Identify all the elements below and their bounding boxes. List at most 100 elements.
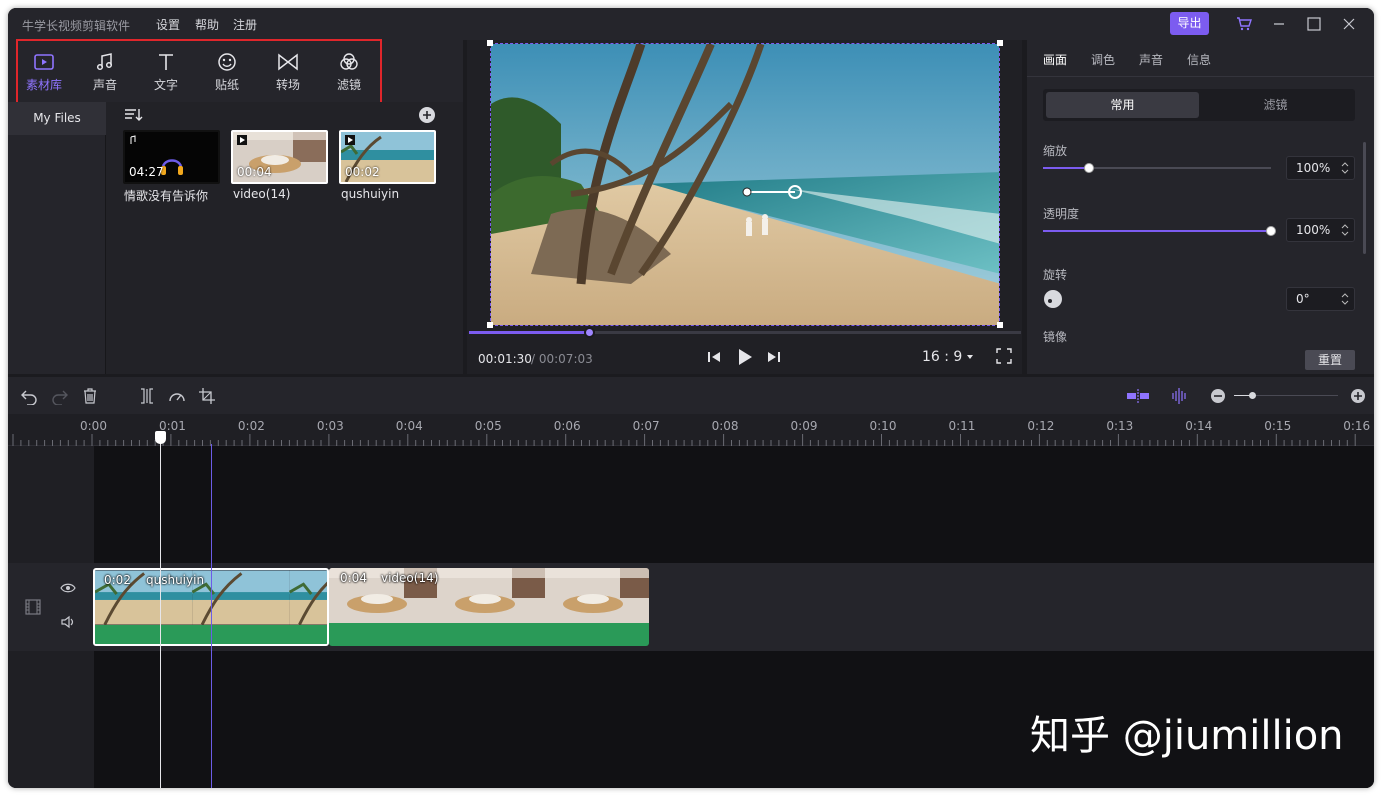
aspect-ratio-select[interactable]: 16 : 9 — [922, 349, 962, 365]
media-name: 情歌没有告诉你 — [124, 189, 209, 203]
prev-frame-icon[interactable] — [706, 349, 722, 365]
play-badge-icon — [345, 135, 355, 145]
play-icon[interactable] — [736, 347, 754, 367]
split-icon[interactable] — [138, 387, 156, 405]
marker-icon[interactable] — [1169, 387, 1189, 405]
scale-slider-knob[interactable] — [1083, 163, 1094, 173]
segment-filter[interactable]: 滤镜 — [1199, 92, 1352, 118]
snap-split-icon[interactable] — [1126, 387, 1150, 405]
ruler-label: 0:15 — [1264, 419, 1292, 433]
clip-name: qushuiyin — [146, 573, 205, 587]
current-time: 00:01:30 — [478, 352, 532, 366]
media-item-video[interactable]: 00:04 — [231, 130, 328, 184]
opacity-slider-fill — [1043, 230, 1271, 232]
ruler-label: 0:00 — [80, 419, 107, 433]
ruler-label: 0:06 — [553, 419, 581, 433]
ruler-label: 0:02 — [237, 419, 265, 433]
watermark: 知乎 @jiumillion — [1030, 713, 1344, 759]
rotate-dial-icon[interactable] — [1043, 289, 1063, 309]
chevron-down-icon[interactable] — [965, 352, 975, 362]
stepper-icon[interactable] — [1341, 161, 1349, 175]
ruler-label: 0:04 — [395, 419, 423, 433]
redo-icon[interactable] — [51, 387, 69, 405]
media-duration: 04:27 — [129, 165, 164, 179]
zoom-slider-knob[interactable] — [1249, 392, 1256, 399]
opacity-value-input[interactable]: 100% — [1286, 218, 1355, 242]
menu-settings[interactable]: 设置 — [156, 16, 180, 33]
minimize-icon[interactable] — [1269, 14, 1289, 34]
clip-audio-bar — [329, 623, 649, 646]
ruler-label: 0:03 — [316, 419, 344, 433]
clip-duration: 0:02 — [104, 573, 131, 587]
media-duration: 00:02 — [345, 165, 380, 179]
film-strip-icon — [24, 598, 42, 616]
clip-duration: 0:04 — [340, 571, 367, 585]
sidebar — [8, 102, 106, 374]
delete-icon[interactable] — [81, 387, 99, 405]
tab-color[interactable]: 调色 — [1091, 51, 1115, 68]
media-duration: 00:04 — [237, 165, 272, 179]
crop-handle-icon[interactable] — [741, 185, 803, 199]
app-window: 牛学长视频剪辑软件 设置 帮助 注册 导出 素材库 声音 文字 贴纸 转场 滤镜… — [8, 8, 1374, 788]
rotate-value-input[interactable]: 0° — [1286, 287, 1355, 311]
next-frame-icon[interactable] — [766, 349, 782, 365]
fullscreen-icon[interactable] — [995, 347, 1013, 365]
stepper-icon[interactable] — [1341, 223, 1349, 237]
zoom-out-icon[interactable] — [1210, 388, 1226, 404]
ruler-label: 0:12 — [1027, 419, 1055, 433]
ruler-label: 0:13 — [1106, 419, 1134, 433]
clip-name: video(14) — [381, 571, 439, 585]
media-name: video(14) — [233, 187, 291, 201]
highlight-annotation-box — [16, 39, 382, 108]
mirror-label: 镜像 — [1043, 330, 1068, 344]
eye-icon[interactable] — [60, 581, 76, 595]
cart-icon[interactable] — [1234, 14, 1254, 34]
ruler-label: 0:08 — [711, 419, 739, 433]
export-button[interactable]: 导出 — [1170, 12, 1209, 35]
resize-handle[interactable] — [487, 322, 493, 328]
sidebar-item-my-files[interactable]: My Files — [8, 102, 106, 135]
tab-picture[interactable]: 画面 — [1043, 51, 1067, 68]
crop-icon[interactable] — [198, 387, 216, 405]
media-item-video[interactable]: 00:02 — [339, 130, 436, 184]
clip-thumbnails — [329, 568, 649, 623]
resize-handle[interactable] — [487, 40, 493, 46]
resize-handle[interactable] — [997, 40, 1003, 46]
undo-icon[interactable] — [20, 387, 38, 405]
speed-icon[interactable] — [167, 387, 187, 405]
scale-value-input[interactable]: 100% — [1286, 156, 1355, 180]
segment-common[interactable]: 常用 — [1046, 92, 1199, 118]
tab-info[interactable]: 信息 — [1187, 51, 1211, 68]
inspector-scrollbar[interactable] — [1363, 142, 1366, 254]
inspector-divider — [1027, 76, 1374, 77]
app-title: 牛学长视频剪辑软件 — [22, 19, 131, 33]
video-preview[interactable] — [490, 43, 1000, 326]
opacity-slider-knob[interactable] — [1266, 226, 1276, 236]
opacity-value: 100% — [1296, 223, 1331, 237]
ruler-label: 0:05 — [474, 419, 502, 433]
zoom-in-icon[interactable] — [1350, 388, 1366, 404]
media-item-audio[interactable]: 04:27 — [123, 130, 220, 184]
timeline-clip[interactable]: 0:04 video(14) — [329, 568, 649, 646]
rotate-label: 旋转 — [1043, 268, 1068, 282]
playhead-line[interactable] — [160, 432, 161, 788]
menu-register[interactable]: 注册 — [233, 16, 257, 33]
preview-progress-knob[interactable] — [584, 327, 595, 338]
rotate-value: 0° — [1296, 292, 1310, 306]
sort-icon[interactable] — [124, 107, 144, 123]
scale-value: 100% — [1296, 161, 1331, 175]
ruler-label: 0:07 — [632, 419, 660, 433]
menu-help[interactable]: 帮助 — [195, 16, 219, 33]
reset-button[interactable]: 重置 — [1305, 350, 1355, 370]
scale-slider-fill — [1043, 167, 1089, 169]
ruler-ticks — [12, 434, 1356, 446]
speaker-icon[interactable] — [60, 615, 76, 629]
close-icon[interactable] — [1339, 14, 1359, 34]
add-media-icon[interactable] — [418, 106, 436, 124]
maximize-icon[interactable] — [1304, 14, 1324, 34]
tab-sound[interactable]: 声音 — [1139, 51, 1163, 68]
stepper-icon[interactable] — [1341, 292, 1349, 306]
resize-handle[interactable] — [997, 322, 1003, 328]
ruler-label: 0:09 — [790, 419, 818, 433]
playhead-handle[interactable] — [155, 431, 166, 444]
